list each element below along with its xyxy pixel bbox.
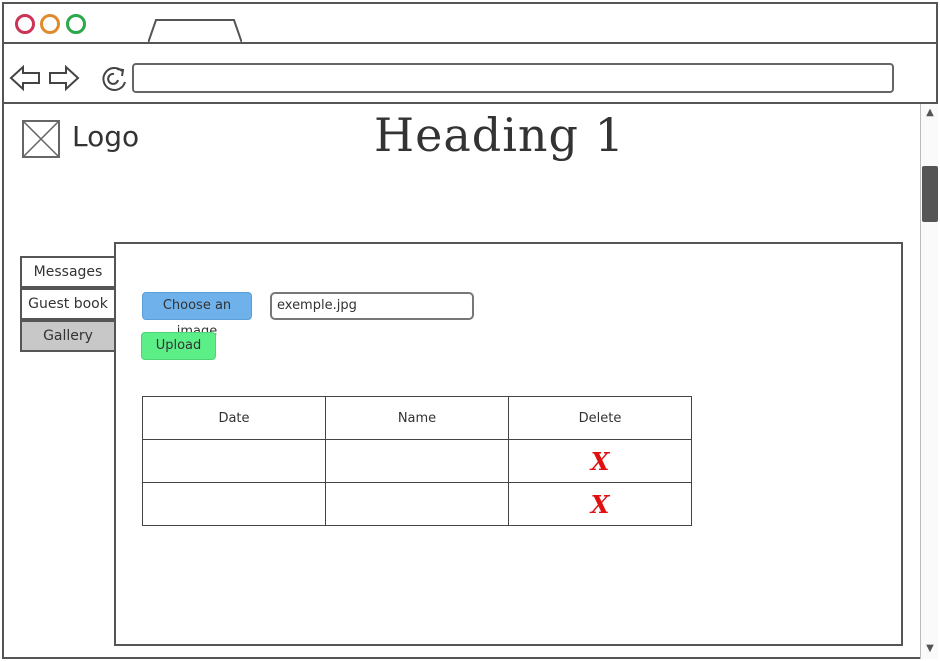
date-cell <box>142 482 326 526</box>
scroll-down-icon[interactable]: ▼ <box>922 642 938 656</box>
gallery-table: Date Name Delete X X <box>142 396 692 526</box>
column-header-date: Date <box>142 396 326 440</box>
page-heading: Heading 1 <box>374 108 625 162</box>
maximize-window-icon[interactable] <box>66 14 86 34</box>
upload-button[interactable]: Upload <box>141 332 216 360</box>
tab-messages[interactable]: Messages <box>20 256 114 288</box>
column-header-name: Name <box>325 396 509 440</box>
close-window-icon[interactable] <box>15 14 35 34</box>
filename-field[interactable]: exemple.jpg <box>270 292 474 320</box>
back-arrow-icon[interactable] <box>9 64 41 92</box>
delete-icon[interactable]: X <box>591 447 610 476</box>
delete-cell: X <box>508 439 692 483</box>
browser-tab-bar <box>2 2 938 44</box>
delete-cell: X <box>508 482 692 526</box>
name-cell <box>325 482 509 526</box>
forward-arrow-icon[interactable] <box>48 64 80 92</box>
table-row: X <box>142 482 692 526</box>
minimize-window-icon[interactable] <box>40 14 60 34</box>
reload-icon[interactable] <box>100 64 130 94</box>
logo-image-icon <box>22 120 60 158</box>
name-cell <box>325 439 509 483</box>
browser-tab[interactable] <box>148 18 242 44</box>
choose-image-button[interactable]: Choose an image <box>142 292 252 339</box>
tab-gallery[interactable]: Gallery <box>20 320 114 352</box>
tab-guest-book[interactable]: Guest book <box>20 288 114 320</box>
scroll-up-icon[interactable]: ▲ <box>922 106 938 120</box>
date-cell <box>142 439 326 483</box>
logo-text: Logo <box>72 120 140 153</box>
column-header-delete: Delete <box>508 396 692 440</box>
scrollbar-thumb[interactable] <box>922 166 938 222</box>
delete-icon[interactable]: X <box>591 490 610 519</box>
address-bar[interactable] <box>132 63 894 93</box>
sidebar-tabs: Messages Guest book Gallery <box>20 256 116 352</box>
table-header-row: Date Name Delete <box>142 396 692 440</box>
table-row: X <box>142 439 692 483</box>
